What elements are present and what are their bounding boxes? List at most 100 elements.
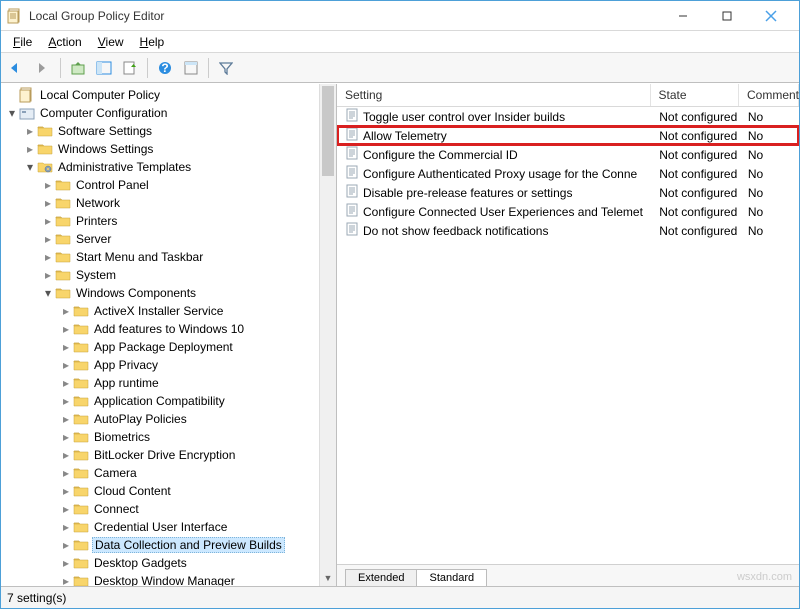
tree-item-label: Software Settings [56,124,154,138]
expander-icon[interactable]: ▸ [59,340,73,354]
properties-button[interactable] [179,56,203,80]
menu-action[interactable]: Action [42,33,87,51]
tree-item[interactable]: ▸Biometrics [1,428,336,446]
tree-item[interactable]: ▸System [1,266,336,284]
tree-item[interactable]: ▸App Privacy [1,356,336,374]
setting-row[interactable]: Toggle user control over Insider buildsN… [337,107,799,126]
col-state[interactable]: State [651,84,739,106]
toolbar-separator [208,58,209,78]
setting-name-cell: Allow Telemetry [337,127,651,144]
close-button[interactable] [749,2,793,30]
setting-name-cell: Do not show feedback notifications [337,222,651,239]
menu-view[interactable]: View [92,33,130,51]
show-hide-tree-button[interactable] [92,56,116,80]
expander-icon[interactable]: ▸ [59,430,73,444]
folder-icon [73,394,89,408]
setting-row[interactable]: Disable pre-release features or settings… [337,183,799,202]
tree-item[interactable]: ▸BitLocker Drive Encryption [1,446,336,464]
setting-row[interactable]: Configure Authenticated Proxy usage for … [337,164,799,183]
forward-button[interactable] [31,56,55,80]
menu-help[interactable]: Help [134,33,171,51]
expander-icon[interactable]: ▸ [23,142,37,156]
back-button[interactable] [5,56,29,80]
tab-extended[interactable]: Extended [345,569,417,586]
tree-item[interactable]: ▸ Software Settings [1,122,336,140]
tree-item[interactable]: ▾Computer Configuration [1,104,336,122]
col-setting[interactable]: Setting [337,84,651,106]
setting-comment-cell: No [740,186,799,200]
expander-icon[interactable]: ▸ [41,214,55,228]
tree-item[interactable]: ▸Network [1,194,336,212]
minimize-button[interactable] [661,2,705,30]
col-comment[interactable]: Comment [739,84,799,106]
tree-item[interactable]: ▸Add features to Windows 10 [1,320,336,338]
app-icon [7,8,23,24]
tree-item[interactable]: ▸Printers [1,212,336,230]
expander-icon[interactable]: ▸ [23,124,37,138]
setting-name-cell: Toggle user control over Insider builds [337,108,651,125]
expander-icon[interactable]: ▸ [59,304,73,318]
expander-icon[interactable]: ▸ [41,178,55,192]
folder-icon [19,106,35,120]
policy-icon [345,146,359,163]
setting-row[interactable]: Configure Connected User Experiences and… [337,202,799,221]
expander-icon[interactable]: ▸ [59,394,73,408]
tree-item-label: App runtime [92,376,161,390]
tree-item[interactable]: ▸Desktop Gadgets [1,554,336,572]
expander-icon[interactable]: ▸ [41,196,55,210]
scroll-down-arrow[interactable]: ▼ [320,569,336,586]
tree-item[interactable]: ▸Application Compatibility [1,392,336,410]
tree-item[interactable]: ▸Server [1,230,336,248]
filter-button[interactable] [214,56,238,80]
expander-icon[interactable]: ▸ [59,574,73,586]
help-button[interactable]: ? [153,56,177,80]
tab-standard[interactable]: Standard [416,569,487,586]
setting-row[interactable]: Configure the Commercial IDNot configure… [337,145,799,164]
export-button[interactable] [118,56,142,80]
tree-item[interactable]: ▸Desktop Window Manager [1,572,336,586]
setting-comment-cell: No [740,129,799,143]
expander-icon[interactable]: ▾ [5,106,19,120]
expander-icon[interactable]: ▸ [59,520,73,534]
expander-icon[interactable]: ▸ [59,538,73,552]
tree-item[interactable]: ▸ App runtime [1,374,336,392]
maximize-button[interactable] [705,2,749,30]
expander-icon[interactable]: ▸ [59,466,73,480]
folder-icon [55,268,71,282]
tree-item[interactable]: ▸AutoPlay Policies [1,410,336,428]
expander-icon[interactable]: ▸ [59,502,73,516]
tree-item[interactable]: ▸Camera [1,464,336,482]
tree-scrollbar[interactable]: ▲ ▼ [319,84,336,586]
tree-item[interactable]: ▸Connect [1,500,336,518]
tree-item[interactable]: ▸Windows Settings [1,140,336,158]
tree-item[interactable]: ▸Data Collection and Preview Builds [1,536,336,554]
expander-icon[interactable]: ▸ [59,448,73,462]
tree-item[interactable]: ▸ActiveX Installer Service [1,302,336,320]
expander-icon[interactable]: ▾ [41,286,55,300]
expander-icon[interactable]: ▸ [59,412,73,426]
expander-icon[interactable]: ▸ [59,358,73,372]
tree-item[interactable]: ▸ App Package Deployment [1,338,336,356]
tree-item[interactable]: ▸Control Panel [1,176,336,194]
tree-item[interactable]: ▸Start Menu and Taskbar [1,248,336,266]
tree-item[interactable]: ▾Windows Components [1,284,336,302]
tree-item[interactable]: ▾Administrative Templates [1,158,336,176]
expander-icon[interactable]: ▸ [41,232,55,246]
expander-icon[interactable]: ▸ [59,484,73,498]
tree-item-label: App Package Deployment [92,340,235,354]
menu-file[interactable]: File [7,33,38,51]
tree-item[interactable]: Local Computer Policy [1,86,336,104]
expander-icon[interactable]: ▸ [59,556,73,570]
scroll-thumb[interactable] [322,86,334,176]
setting-row[interactable]: Do not show feedback notificationsNot co… [337,221,799,240]
expander-icon[interactable]: ▸ [59,376,73,390]
setting-row[interactable]: Allow TelemetryNot configuredNo [337,126,799,145]
tree-item[interactable]: ▸Credential User Interface [1,518,336,536]
folder-icon [73,520,89,534]
expander-icon[interactable]: ▾ [23,160,37,174]
expander-icon[interactable]: ▸ [41,268,55,282]
up-button[interactable] [66,56,90,80]
expander-icon[interactable]: ▸ [59,322,73,336]
tree-item[interactable]: ▸Cloud Content [1,482,336,500]
expander-icon[interactable]: ▸ [41,250,55,264]
